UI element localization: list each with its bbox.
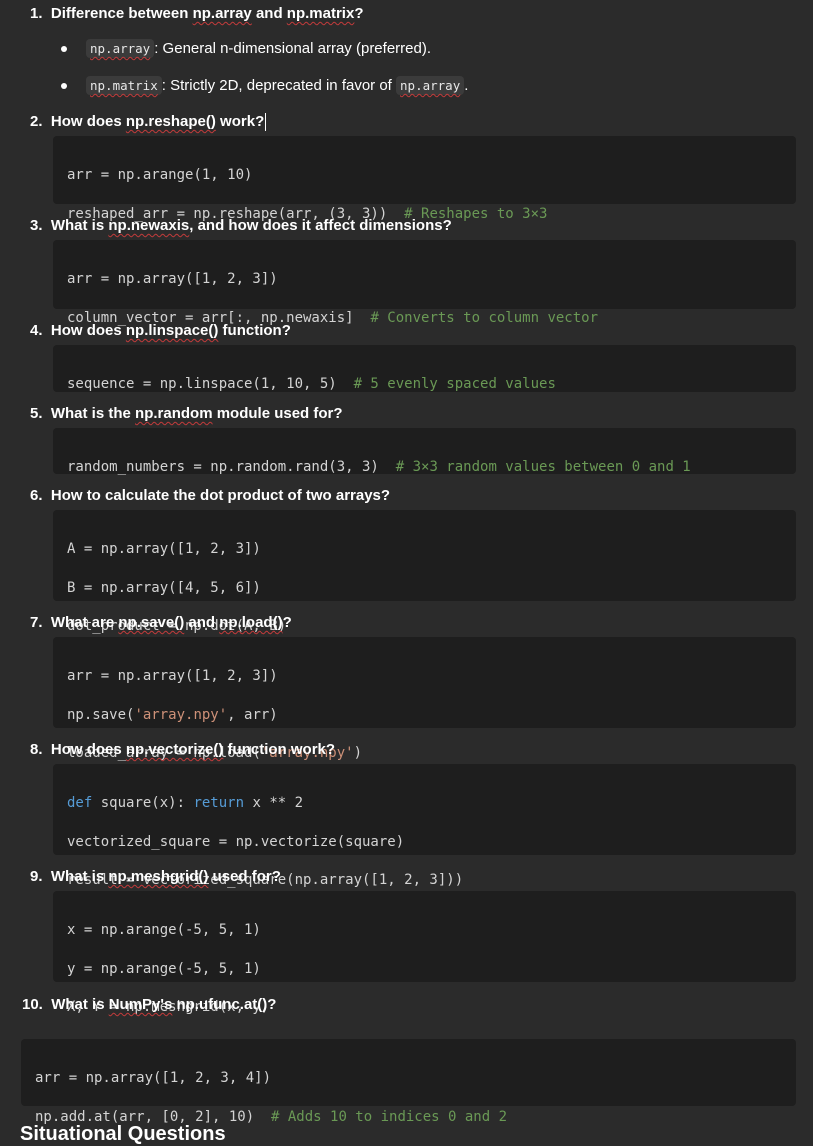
code-block-dot[interactable]: A = np.array([1, 2, 3]) B = np.array([4,… — [53, 510, 796, 634]
code-block-meshgrid[interactable]: x = np.arange(-5, 5, 1) y = np.arange(-5… — [53, 891, 796, 1015]
code-block-vectorize[interactable]: def square(x): return x ** 2 vectorized_… — [53, 764, 796, 888]
bullet-item-matrix: np.matrix: Strictly 2D, deprecated in fa… — [86, 76, 468, 96]
bullet-item-array: np.array: General n-dimensional array (p… — [86, 39, 431, 59]
bullet-icon — [61, 46, 67, 52]
code-block-newaxis[interactable]: arr = np.array([1, 2, 3]) column_vector … — [53, 240, 796, 326]
question-1: 1. Difference between np.array and np.ma… — [30, 5, 364, 22]
code-block-ufunc-at[interactable]: arr = np.array([1, 2, 3, 4]) np.add.at(a… — [21, 1039, 796, 1125]
question-7: 7. What are np.save() and np.load()? — [30, 614, 292, 631]
question-3: 3. What is np.newaxis, and how does it a… — [30, 217, 452, 234]
code-block-random[interactable]: random_numbers = np.random.rand(3, 3) # … — [53, 428, 796, 475]
code-block-save-load[interactable]: arr = np.array([1, 2, 3]) np.save('array… — [53, 637, 796, 761]
section-heading-partial: Situational Questions — [20, 1123, 226, 1145]
text-cursor — [265, 113, 267, 132]
question-4: 4. How does np.linspace() function? — [30, 322, 291, 339]
question-6: 6. How to calculate the dot product of t… — [30, 487, 391, 504]
code-block-linspace[interactable]: sequence = np.linspace(1, 10, 5) # 5 eve… — [53, 345, 796, 392]
question-10: 10. What is NumPy's np.ufunc.at()? — [22, 996, 277, 1013]
question-8: 8. How does np.vectorize() function work… — [30, 741, 336, 758]
code-block-reshape[interactable]: arr = np.arange(1, 10) reshaped_arr = np… — [53, 136, 796, 222]
question-5: 5. What is the np.random module used for… — [30, 405, 343, 422]
question-9: 9. What is np.meshgrid() used for? — [30, 868, 281, 885]
question-2[interactable]: 2. How does np.reshape() work? — [30, 112, 267, 132]
question-number: 1. — [30, 5, 43, 22]
bullet-icon — [61, 83, 67, 89]
